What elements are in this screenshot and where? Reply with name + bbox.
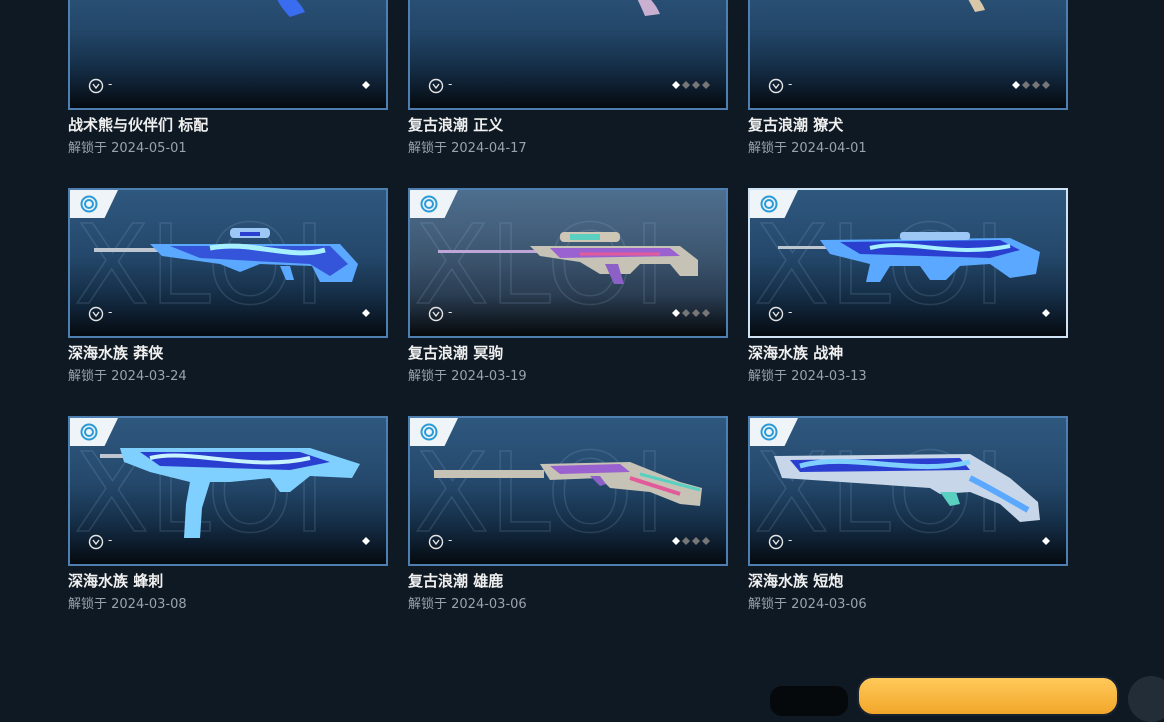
skin-title: 战术熊与伙伴们 标配 (68, 116, 209, 134)
unlock-date: 解锁于 2024-03-08 (68, 597, 187, 612)
sawed-off-shotgun-icon (774, 454, 1040, 522)
primary-button[interactable] (857, 676, 1119, 716)
skin-title: 深海水族 莽侠 (68, 344, 164, 362)
skin-thumbnail[interactable]: XLOI - (748, 416, 1068, 566)
unlock-date: 解锁于 2024-03-24 (68, 369, 187, 384)
secondary-button[interactable] (770, 686, 848, 716)
lock-status: - (448, 533, 453, 547)
level-diamonds (672, 81, 710, 89)
unlock-date: 解锁于 2024-04-17 (408, 141, 527, 156)
machine-gun-icon (778, 232, 1040, 282)
lock-status: - (108, 533, 113, 547)
skin-thumbnail[interactable]: - (748, 0, 1068, 110)
lock-icon (768, 306, 784, 322)
unlock-date: 解锁于 2024-03-06 (408, 597, 527, 612)
lock-status: - (788, 533, 793, 547)
smg-icon (100, 448, 360, 538)
skin-title: 复古浪潮 獠犬 (748, 116, 844, 134)
sniper-rifle-icon (438, 232, 698, 284)
skin-thumbnail[interactable]: XLOI - (408, 416, 728, 566)
lock-icon (428, 78, 444, 94)
tier-icon (760, 195, 778, 213)
level-diamonds (362, 309, 370, 317)
shotgun-icon (434, 462, 702, 506)
skin-title: 深海水族 短炮 (748, 572, 844, 590)
tier-icon (80, 423, 98, 441)
skin-title: 复古浪潮 雄鹿 (408, 572, 504, 590)
lock-icon (768, 534, 784, 550)
tier-icon (760, 423, 778, 441)
skin-thumbnail[interactable]: XLOI - (748, 188, 1068, 338)
tier-icon (420, 195, 438, 213)
weapon-image (968, 0, 985, 12)
unlock-date: 解锁于 2024-05-01 (68, 141, 187, 156)
level-diamonds (1042, 537, 1050, 545)
skin-thumbnail[interactable]: XLOI - (408, 188, 728, 338)
lock-icon (88, 78, 104, 94)
tier-icon (420, 423, 438, 441)
level-diamonds (672, 537, 710, 545)
lock-status: - (788, 305, 793, 319)
level-diamonds (362, 537, 370, 545)
lock-status: - (788, 77, 793, 91)
skin-thumbnail[interactable]: - (68, 0, 388, 110)
lock-status: - (448, 305, 453, 319)
unlock-date: 解锁于 2024-04-01 (748, 141, 867, 156)
unlock-date: 解锁于 2024-03-06 (748, 597, 867, 612)
lock-icon (428, 534, 444, 550)
unlock-date: 解锁于 2024-03-13 (748, 369, 867, 384)
level-diamonds (672, 309, 710, 317)
lock-status: - (108, 305, 113, 319)
tier-icon (80, 195, 98, 213)
lock-icon (768, 78, 784, 94)
level-diamonds (1012, 81, 1050, 89)
lock-icon (88, 534, 104, 550)
skin-thumbnail[interactable]: XLOI - (68, 188, 388, 338)
skin-title: 复古浪潮 冥驹 (408, 344, 504, 362)
lock-status: - (108, 77, 113, 91)
level-diamonds (362, 81, 370, 89)
lock-icon (428, 306, 444, 322)
lock-icon (88, 306, 104, 322)
sniper-rifle-icon (94, 228, 358, 282)
level-diamonds (1042, 309, 1050, 317)
weapon-image (277, 0, 305, 17)
lock-status: - (448, 77, 453, 91)
skin-title: 深海水族 蜂刺 (68, 572, 164, 590)
round-button[interactable] (1128, 676, 1164, 722)
weapon-image (637, 0, 660, 16)
unlock-date: 解锁于 2024-03-19 (408, 369, 527, 384)
skin-thumbnail[interactable]: - (408, 0, 728, 110)
skin-thumbnail[interactable]: XLOI - (68, 416, 388, 566)
skin-title: 复古浪潮 正义 (408, 116, 504, 134)
skin-title: 深海水族 战神 (748, 344, 844, 362)
